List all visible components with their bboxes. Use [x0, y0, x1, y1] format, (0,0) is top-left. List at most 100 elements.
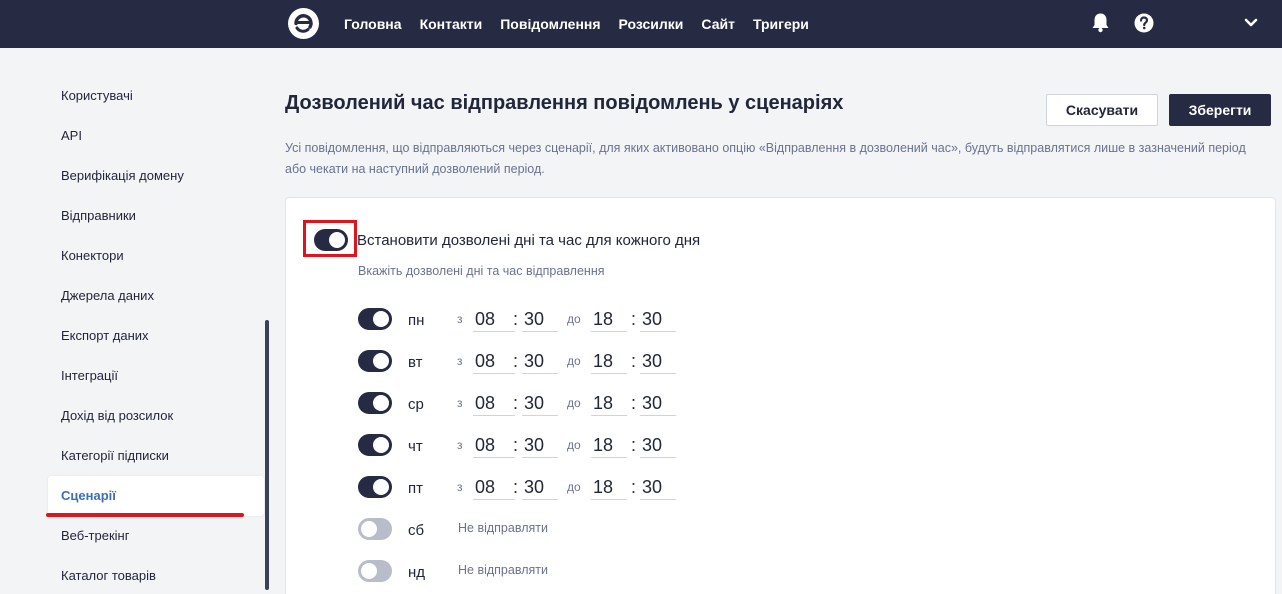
day-label: сб	[408, 522, 425, 539]
no-send-label: Не відправляти	[458, 521, 548, 535]
from-label: з	[457, 396, 463, 410]
sidebar-item-connectors[interactable]: Конектори	[48, 236, 264, 276]
bell-icon[interactable]	[1091, 12, 1110, 33]
to-minute-input[interactable]: 30	[640, 350, 676, 374]
day-row-wed: ср з 08 : 30 до 18 : 30	[358, 392, 698, 416]
to-hour-input[interactable]: 18	[591, 392, 627, 416]
from-minute-input[interactable]: 30	[522, 476, 558, 500]
no-send-label: Не відправляти	[458, 563, 548, 577]
sidebar-item-domain-verification[interactable]: Верифікація домену	[48, 156, 264, 196]
day-toggle-mon[interactable]	[358, 308, 392, 330]
time-separator: :	[513, 393, 519, 413]
sidebar-item-api[interactable]: API	[48, 116, 264, 156]
to-label: до	[567, 354, 581, 368]
sidebar-scrollbar[interactable]	[265, 320, 269, 590]
to-hour-input[interactable]: 18	[591, 350, 627, 374]
from-label: з	[457, 354, 463, 368]
main-schedule-subtitle: Вкажіть дозволені дні та час відправленн…	[358, 264, 605, 278]
toggle-knob	[361, 521, 377, 537]
from-minute-input[interactable]: 30	[522, 392, 558, 416]
day-label: чт	[408, 438, 423, 455]
sidebar-item-senders[interactable]: Відправники	[48, 196, 264, 236]
to-minute-input[interactable]: 30	[640, 476, 676, 500]
save-button[interactable]: Зберегти	[1169, 94, 1271, 126]
day-label: нд	[408, 564, 426, 581]
day-toggle-tue[interactable]	[358, 350, 392, 372]
day-row-sun: нд Не відправляти	[358, 560, 698, 584]
chevron-down-icon[interactable]	[1244, 18, 1258, 28]
time-separator: :	[631, 393, 637, 413]
from-minute-input[interactable]: 30	[522, 350, 558, 374]
main-navigation: Головна Контакти Повідомлення Розсилки С…	[344, 0, 827, 48]
nav-item-site[interactable]: Сайт	[701, 16, 735, 32]
toggle-knob	[373, 479, 389, 495]
to-minute-input[interactable]: 30	[640, 434, 676, 458]
sidebar-item-product-catalog[interactable]: Каталог товарів	[48, 556, 264, 594]
from-minute-input[interactable]: 30	[522, 308, 558, 332]
day-row-fri: пт з 08 : 30 до 18 : 30	[358, 476, 698, 500]
time-separator: :	[631, 351, 637, 371]
toggle-knob	[373, 353, 389, 369]
main-schedule-label: Встановити дозволені дні та час для кожн…	[357, 232, 701, 249]
day-label: вт	[408, 354, 423, 371]
to-label: до	[567, 480, 581, 494]
day-row-mon: пн з 08 : 30 до 18 : 30	[358, 308, 698, 332]
to-hour-input[interactable]: 18	[591, 476, 627, 500]
to-minute-input[interactable]: 30	[640, 308, 676, 332]
day-toggle-sat[interactable]	[358, 518, 392, 540]
sidebar-item-integrations[interactable]: Інтеграції	[48, 356, 264, 396]
time-separator: :	[513, 477, 519, 497]
day-row-sat: сб Не відправляти	[358, 518, 698, 542]
time-separator: :	[631, 309, 637, 329]
from-hour-input[interactable]: 08	[473, 392, 515, 416]
time-separator: :	[513, 309, 519, 329]
sidebar-item-scenarios[interactable]: Сценарії	[48, 476, 264, 516]
from-label: з	[457, 312, 463, 326]
main-toggle-highlight	[303, 220, 357, 257]
sidebar-item-campaign-revenue[interactable]: Дохід від розсилок	[48, 396, 264, 436]
sidebar-item-subscription-categories[interactable]: Категорії підписки	[48, 436, 264, 476]
nav-item-messages[interactable]: Повідомлення	[500, 16, 600, 32]
time-separator: :	[631, 435, 637, 455]
sidebar-item-data-sources[interactable]: Джерела даних	[48, 276, 264, 316]
from-hour-input[interactable]: 08	[473, 476, 515, 500]
day-toggle-thu[interactable]	[358, 434, 392, 456]
from-hour-input[interactable]: 08	[473, 308, 515, 332]
time-separator: :	[513, 435, 519, 455]
to-label: до	[567, 438, 581, 452]
from-label: з	[457, 438, 463, 452]
logo-icon[interactable]	[288, 8, 319, 39]
from-minute-input[interactable]: 30	[522, 434, 558, 458]
to-minute-input[interactable]: 30	[640, 392, 676, 416]
nav-item-contacts[interactable]: Контакти	[420, 16, 483, 32]
help-icon[interactable]	[1134, 13, 1154, 33]
from-hour-input[interactable]: 08	[473, 350, 515, 374]
page-title: Дозволений час відправлення повідомлень …	[285, 92, 844, 114]
sidebar-item-data-export[interactable]: Експорт даних	[48, 316, 264, 356]
top-navigation-bar: Головна Контакти Повідомлення Розсилки С…	[0, 0, 1282, 48]
time-separator: :	[631, 477, 637, 497]
to-hour-input[interactable]: 18	[591, 308, 627, 332]
toggle-knob	[361, 563, 377, 579]
day-row-tue: вт з 08 : 30 до 18 : 30	[358, 350, 698, 374]
time-separator: :	[513, 351, 519, 371]
day-toggle-sun[interactable]	[358, 560, 392, 582]
day-toggle-fri[interactable]	[358, 476, 392, 498]
day-toggle-wed[interactable]	[358, 392, 392, 414]
nav-item-triggers[interactable]: Тригери	[753, 16, 809, 32]
day-row-thu: чт з 08 : 30 до 18 : 30	[358, 434, 698, 458]
nav-item-home[interactable]: Головна	[344, 16, 402, 32]
page-description: Усі повідомлення, що відправляються чере…	[285, 141, 1246, 176]
nav-item-campaigns[interactable]: Розсилки	[619, 16, 684, 32]
to-label: до	[567, 396, 581, 410]
day-label: ср	[408, 396, 424, 413]
to-hour-input[interactable]: 18	[591, 434, 627, 458]
sidebar-item-users[interactable]: Користувачі	[48, 76, 264, 116]
toggle-knob	[373, 437, 389, 453]
sidebar-item-web-tracking[interactable]: Веб-трекінг	[48, 516, 264, 556]
day-label: пн	[408, 312, 425, 329]
cancel-button[interactable]: Скасувати	[1046, 94, 1158, 126]
from-hour-input[interactable]: 08	[473, 434, 515, 458]
toggle-knob	[373, 311, 389, 327]
to-label: до	[567, 312, 581, 326]
